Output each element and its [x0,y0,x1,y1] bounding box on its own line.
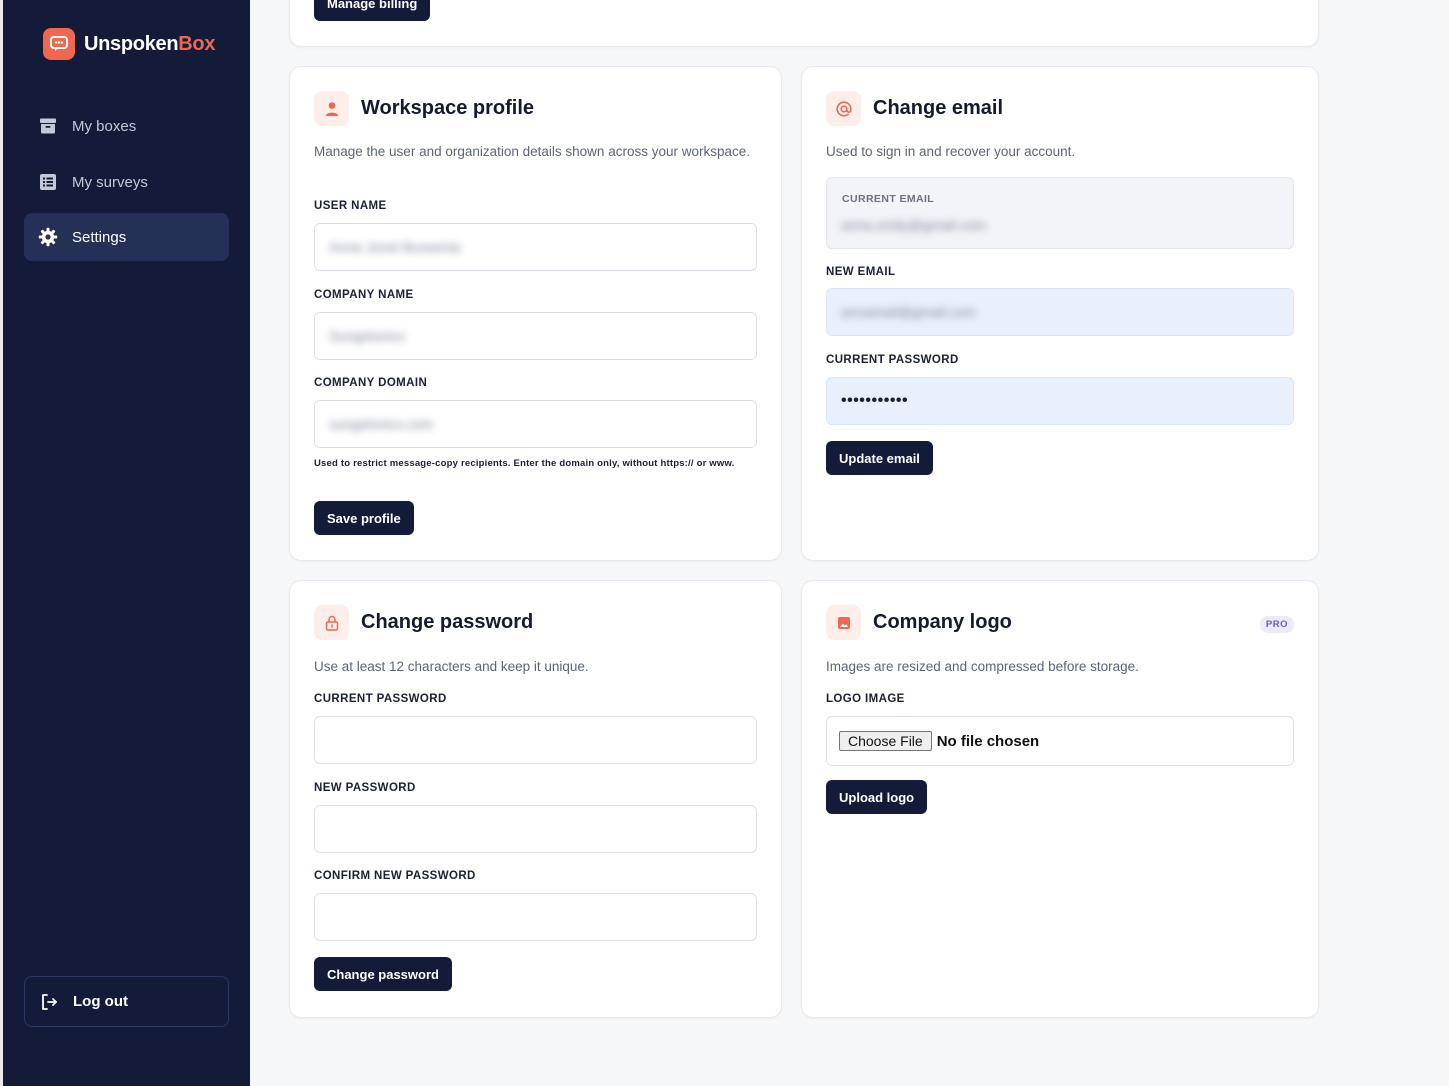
new-email-value: annamail@gmail.com [841,304,976,320]
user-name-value: Anna Jonel Bussenia [329,239,461,255]
new-password-input[interactable] [314,805,757,853]
list-icon [40,174,56,190]
card-header: Company logo [826,605,1012,640]
current-password-label: CURRENT PASSWORD [314,693,447,705]
user-name-label: USER NAME [314,200,387,212]
current-email-value: anna.smily@gmail.com [841,217,986,233]
update-email-button[interactable]: Update email [826,441,933,475]
change-password-card: Change password Use at least 12 characte… [289,580,782,1018]
choose-file-button[interactable]: Choose File [839,731,932,751]
pro-badge: PRO [1259,616,1294,633]
company-logo-card: Company logo PRO Images are resized and … [801,580,1319,1018]
company-domain-hint: Used to restrict message-copy recipients… [314,458,735,469]
user-name-input[interactable]: Anna Jonel Bussenia [314,223,757,271]
chat-bubble-icon [43,28,75,60]
company-domain-input[interactable]: sungelonics.com [314,400,757,448]
change-email-card: Change email Used to sign in and recover… [801,66,1319,561]
company-name-label: COMPANY NAME [314,289,414,301]
current-password-input[interactable]: ••••••••••• [826,377,1294,425]
billing-card: Manage billing [289,0,1319,47]
upload-logo-button[interactable]: Upload logo [826,780,928,814]
logout-label: Log out [73,993,128,1010]
card-description: Images are resized and compressed before… [826,659,1139,674]
brand-name: UnspokenBox [84,32,216,55]
card-description: Manage the user and organization details… [314,144,750,159]
current-email-box: CURRENT EMAIL anna.smily@gmail.com [826,177,1294,249]
save-profile-button[interactable]: Save profile [314,501,414,535]
workspace-profile-card: Workspace profile Manage the user and or… [289,66,782,561]
logout-button[interactable]: Log out [24,976,229,1027]
card-description: Used to sign in and recover your account… [826,144,1076,159]
card-header: Change password [314,605,533,640]
manage-billing-button[interactable]: Manage billing [314,0,431,21]
sidebar-item-my-surveys[interactable]: My surveys [24,158,229,206]
current-email-label: CURRENT EMAIL [842,193,935,205]
sidebar: UnspokenBox My boxes My surveys Settings… [0,0,250,1086]
current-password-label: CURRENT PASSWORD [826,354,959,366]
no-file-chosen-text: No file chosen [936,732,1040,750]
lock-icon [314,605,349,640]
card-title: Company logo [873,611,1012,633]
brand-logo[interactable]: UnspokenBox [43,28,215,60]
logout-icon [42,993,57,1010]
card-header: Workspace profile [314,91,534,126]
card-title: Change email [873,97,1004,119]
logo-image-label: LOGO IMAGE [826,693,905,705]
sidebar-item-my-boxes[interactable]: My boxes [24,102,229,150]
user-icon [314,91,349,126]
sidebar-item-label: My surveys [72,173,148,191]
card-title: Workspace profile [361,97,535,119]
image-icon [826,605,861,640]
confirm-password-label: CONFIRM NEW PASSWORD [314,870,476,882]
company-name-input[interactable]: Sungelonics [314,312,757,360]
gear-icon [38,227,58,247]
card-description: Use at least 12 characters and keep it u… [314,659,589,674]
confirm-password-input[interactable] [314,893,757,941]
company-domain-value: sungelonics.com [329,416,434,432]
sidebar-item-label: My boxes [72,117,137,135]
card-title: Change password [361,611,534,633]
new-email-input[interactable]: annamail@gmail.com [826,288,1294,336]
new-password-label: NEW PASSWORD [314,782,416,794]
logo-file-input[interactable]: Choose File No file chosen [826,716,1294,766]
sidebar-item-settings[interactable]: Settings [24,213,229,261]
at-sign-icon [826,91,861,126]
new-email-label: NEW EMAIL [826,266,896,278]
archive-box-icon [40,118,56,134]
change-password-button[interactable]: Change password [314,957,452,991]
sidebar-item-label: Settings [72,228,127,246]
card-header: Change email [826,91,1003,126]
company-name-value: Sungelonics [329,328,406,344]
current-password-input[interactable] [314,716,757,764]
company-domain-label: COMPANY DOMAIN [314,377,428,389]
